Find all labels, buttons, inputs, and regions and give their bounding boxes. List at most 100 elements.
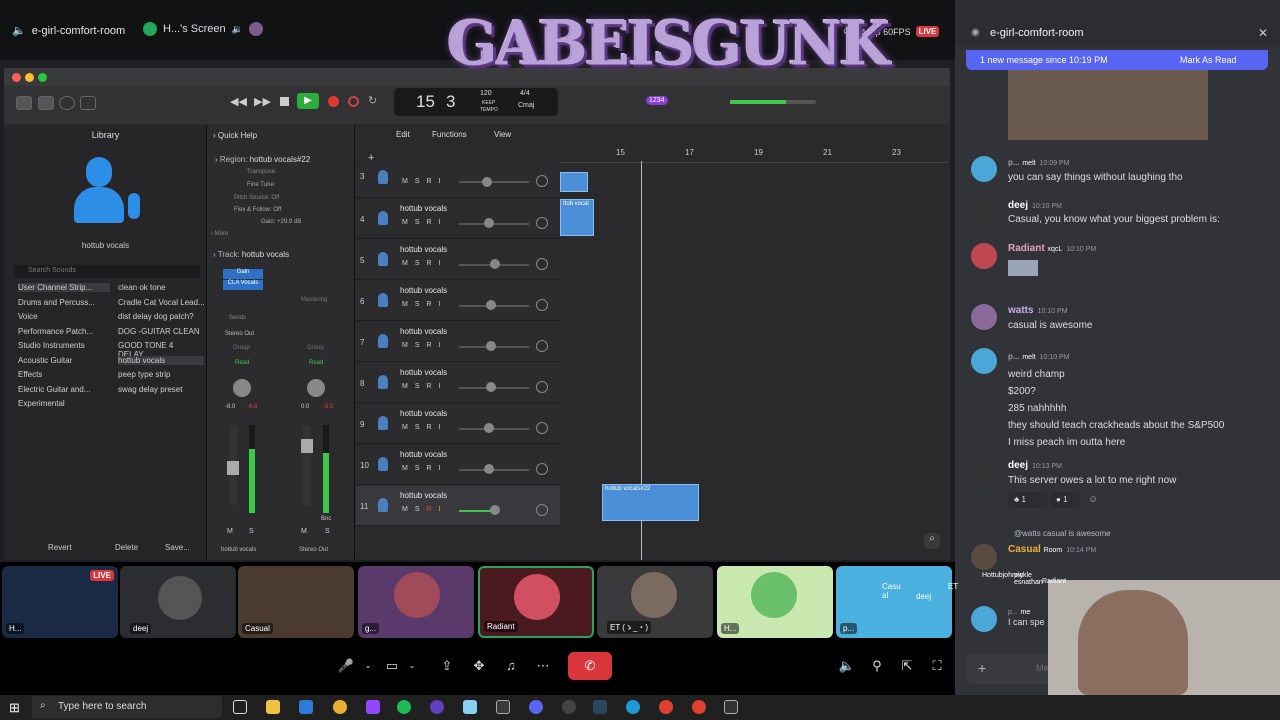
library-category[interactable]: Acoustic Guitar	[18, 356, 72, 365]
solo-button[interactable]: S	[415, 301, 420, 308]
mute-button[interactable]: M	[402, 260, 408, 267]
task-view-icon[interactable]	[233, 700, 247, 714]
record-enable-button[interactable]: R	[427, 506, 432, 513]
record-button[interactable]	[328, 96, 339, 107]
track-header[interactable]: 4 hottub vocals MSRI	[356, 199, 560, 239]
soundboard-icon[interactable]: ♫	[500, 655, 522, 677]
username[interactable]: p...	[1008, 352, 1020, 361]
functions-menu[interactable]: Functions	[432, 130, 467, 139]
volume-knob[interactable]	[484, 218, 494, 228]
play-button[interactable]: ▶	[297, 93, 319, 109]
track-header[interactable]: 10 hottub vocals MSRI	[356, 445, 560, 485]
record-enable-button[interactable]: R	[427, 383, 432, 390]
avatar[interactable]	[971, 243, 997, 269]
quick-help-header[interactable]: › Quick Help	[213, 131, 257, 140]
save-button[interactable]: Save...	[165, 543, 190, 552]
track-header[interactable]: 6 hottub vocals MSRI	[356, 281, 560, 321]
participant-tile[interactable]: LIVE H...	[2, 566, 118, 638]
bounce-button[interactable]: Bnc	[321, 516, 331, 522]
mute-button[interactable]: M	[402, 342, 408, 349]
reaction[interactable]: ● 1	[1050, 492, 1080, 508]
library-category[interactable]: Performance Patch...	[18, 327, 93, 336]
library-patch[interactable]: DOG -GUITAR CLEAN	[118, 327, 200, 336]
minimize-window-button[interactable]	[25, 73, 34, 82]
library-patch[interactable]: hottub vocals	[118, 356, 204, 365]
library-toggle-icon[interactable]	[16, 96, 32, 110]
participant-tile[interactable]: Casual	[238, 566, 354, 638]
twitch-icon[interactable]	[366, 700, 380, 714]
volume-fader[interactable]	[227, 425, 239, 505]
solo-button[interactable]: S	[415, 342, 420, 349]
library-patch[interactable]: Cradle Cat Vocal Lead...	[118, 298, 205, 307]
track-header[interactable]: 8 hottub vocals MSRI	[356, 363, 560, 403]
input-monitor-button[interactable]: I	[439, 506, 441, 513]
mute-button[interactable]: M	[402, 301, 408, 308]
record-enable-button[interactable]: R	[427, 424, 432, 431]
solo-button[interactable]: S	[415, 178, 420, 185]
pitch-source-row[interactable]: Pitch Source: Off	[234, 195, 279, 201]
mute-button[interactable]: M	[402, 465, 408, 472]
record-arm-button[interactable]	[348, 96, 359, 107]
cycle-button[interactable]: ↻	[368, 94, 377, 107]
username[interactable]: p...	[1008, 609, 1018, 616]
chrome-icon[interactable]	[333, 700, 347, 714]
pan-knob[interactable]	[536, 175, 548, 187]
add-reaction-icon[interactable]: ☺	[1088, 494, 1098, 505]
popout-icon[interactable]: ⇱	[896, 655, 918, 677]
pan-knob[interactable]	[536, 217, 548, 229]
volume-knob[interactable]	[482, 177, 492, 187]
reply-reference[interactable]: @watts casual is awesome	[1014, 529, 1111, 538]
stop-button[interactable]	[280, 97, 289, 106]
volume-slider[interactable]	[459, 181, 529, 183]
library-search-input[interactable]: Search Sounds	[14, 265, 200, 278]
input-monitor-button[interactable]: I	[439, 301, 441, 308]
app-icon[interactable]	[430, 700, 444, 714]
username[interactable]: Radiant	[1008, 243, 1045, 254]
record-enable-button[interactable]: R	[427, 260, 432, 267]
library-category[interactable]: User Channel Strip...	[18, 283, 110, 292]
mute-button[interactable]: M	[402, 424, 408, 431]
mute-button[interactable]: M	[227, 528, 233, 535]
library-patch[interactable]: peep type strip	[118, 370, 170, 379]
more-toggle[interactable]: › More	[211, 231, 228, 237]
username[interactable]: deej	[1008, 200, 1028, 211]
activities-icon[interactable]: ✥	[468, 655, 490, 677]
track-header[interactable]: 5 hottub vocals MSRI	[356, 240, 560, 280]
chrome-icon[interactable]	[692, 700, 706, 714]
track-header[interactable]: 11 hottub vocals MSRI	[356, 486, 560, 526]
mute-button[interactable]: M	[402, 383, 408, 390]
library-patch[interactable]: swag delay preset	[118, 385, 182, 394]
group-slot[interactable]: Group	[307, 345, 324, 351]
file-explorer-icon[interactable]	[266, 700, 280, 714]
input-monitor-button[interactable]: I	[439, 342, 441, 349]
reaction[interactable]: ♣ 1	[1008, 492, 1048, 508]
plugin-slot[interactable]: Mastering	[301, 297, 327, 303]
output-slot[interactable]: Stereo Out	[225, 331, 254, 337]
participant-name[interactable]: pickle esnathan	[1014, 572, 1043, 586]
app-icon[interactable]	[724, 700, 738, 714]
volume-knob[interactable]	[486, 382, 496, 392]
leave-call-button[interactable]: ✆	[568, 652, 612, 680]
mark-as-read-button[interactable]: Mark As Read	[1180, 55, 1237, 65]
record-enable-button[interactable]: R	[427, 301, 432, 308]
solo-button[interactable]: S	[415, 383, 420, 390]
participant-tile[interactable]: H...	[717, 566, 833, 638]
chevron-down-icon[interactable]: ⌄	[357, 655, 379, 677]
volume-knob[interactable]	[490, 259, 500, 269]
library-category[interactable]: Voice	[18, 312, 38, 321]
add-track-button[interactable]: +	[368, 152, 374, 164]
participant-name[interactable]: Casu al	[882, 582, 906, 600]
toolbar-icon[interactable]	[80, 96, 96, 110]
pin-icon[interactable]: ⚲	[866, 655, 888, 677]
avatar[interactable]	[971, 544, 997, 570]
group-slot[interactable]: Group	[233, 345, 250, 351]
camera-off-icon[interactable]: ▭	[381, 655, 403, 677]
pan-knob[interactable]	[536, 340, 548, 352]
volume-knob[interactable]	[484, 423, 494, 433]
message-input[interactable]: + Message	[966, 654, 1073, 684]
inspector-toggle-icon[interactable]	[38, 96, 54, 110]
input-monitor-button[interactable]: I	[439, 424, 441, 431]
fullscreen-icon[interactable]: ⛶	[926, 655, 948, 677]
mute-button[interactable]: M	[402, 178, 408, 185]
edit-menu[interactable]: Edit	[396, 130, 410, 139]
